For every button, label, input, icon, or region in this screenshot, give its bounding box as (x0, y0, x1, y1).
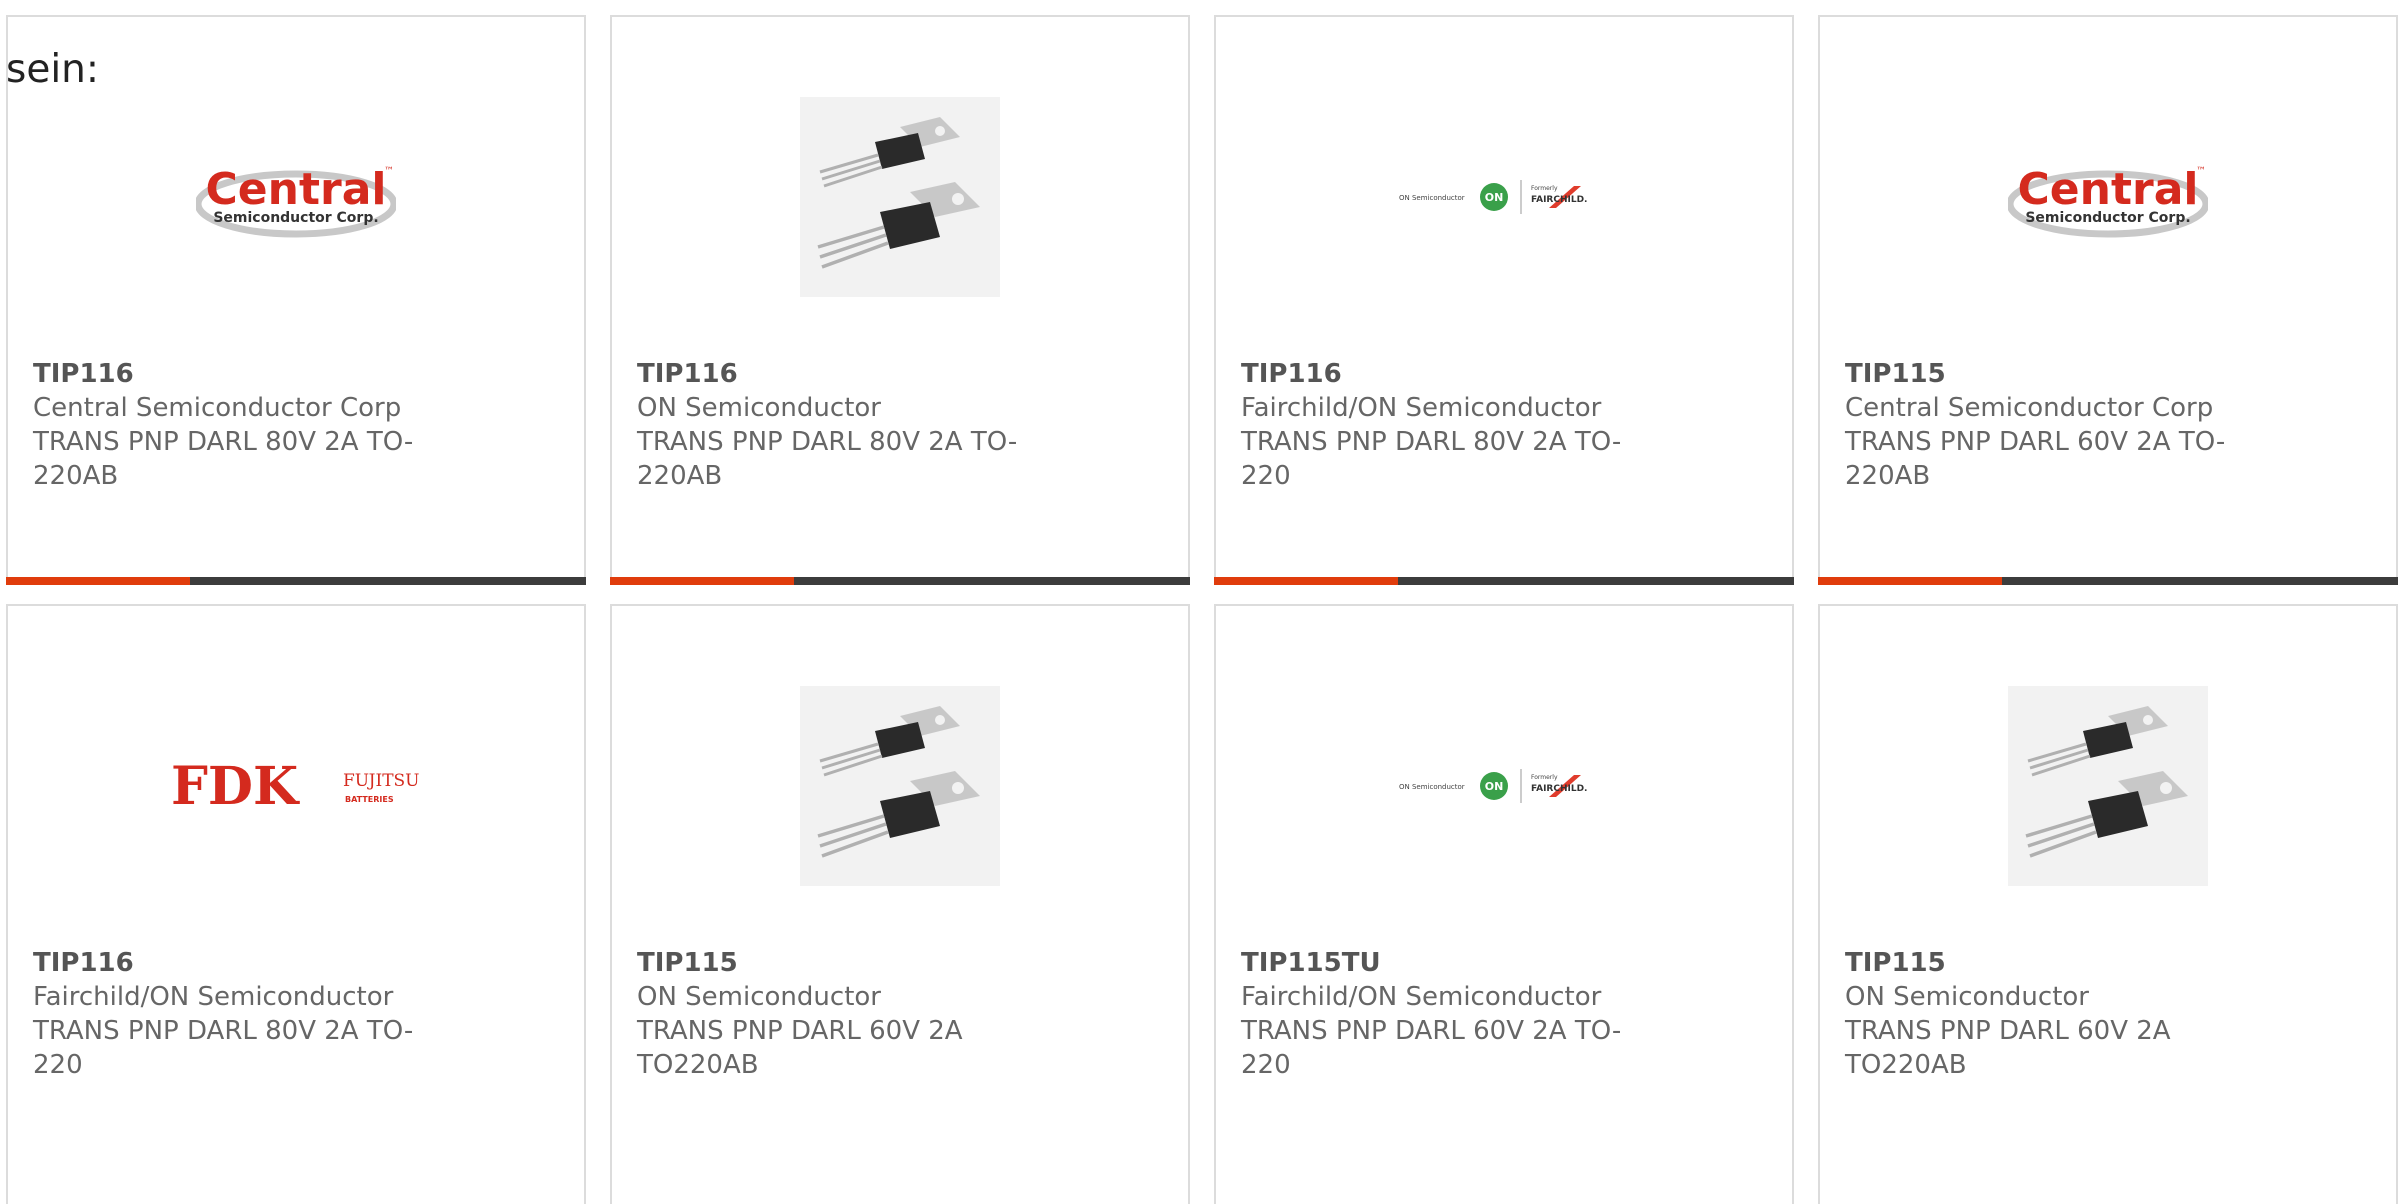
product-info: TIP116 ON Semiconductor TRANS PNP DARL 8… (637, 357, 1057, 493)
part-number[interactable]: TIP115 (1845, 357, 2265, 391)
fairchild-name: FAIRCHILD. (1531, 784, 1587, 794)
card-bar-accent (1214, 577, 1398, 585)
central-logo-sub: Semiconductor Corp. (2025, 210, 2190, 226)
fairchild-formerly: Formerly (1531, 774, 1558, 781)
manufacturer: Fairchild/ON Semiconductor (33, 982, 394, 1012)
on-logo-left: ON Semiconductor (1399, 194, 1465, 202)
product-card[interactable]: Central ™ Semiconductor Corp. TIP116 Cen… (6, 15, 586, 585)
on-badge: ON (1485, 191, 1504, 204)
part-number[interactable]: TIP116 (637, 357, 1057, 391)
to220-transistor-photo (800, 686, 1000, 886)
to220-transistor-photo (2008, 686, 2208, 886)
product-image[interactable]: Central ™ Semiconductor Corp. (8, 67, 584, 327)
manufacturer: ON Semiconductor (1845, 982, 2089, 1012)
central-logo-sub: Semiconductor Corp. (213, 210, 378, 226)
product-image[interactable]: ON Semiconductor ON Formerly FAIRCHILD. (1216, 656, 1792, 916)
product-info: TIP115 Central Semiconductor Corp TRANS … (1845, 357, 2265, 493)
on-fairchild-logo: ON Semiconductor ON Formerly FAIRCHILD. (1399, 769, 1587, 803)
product-info: TIP115 ON Semiconductor TRANS PNP DARL 6… (1845, 946, 2265, 1082)
product-card[interactable]: TIP115 ON Semiconductor TRANS PNP DARL 6… (1818, 604, 2398, 1204)
product-info: TIP115TU Fairchild/ON Semiconductor TRAN… (1241, 946, 1661, 1082)
central-semiconductor-logo: Central ™ Semiconductor Corp. (196, 164, 396, 238)
part-number[interactable]: TIP116 (33, 946, 453, 980)
fdk-logo-sub: BATTERIES (345, 795, 394, 804)
product-card[interactable]: ON Semiconductor ON Formerly FAIRCHILD. … (1214, 15, 1794, 585)
card-bar-accent (610, 577, 794, 585)
manufacturer: Fairchild/ON Semiconductor (1241, 393, 1602, 423)
card-bottom-bar (1818, 577, 2398, 585)
description: TRANS PNP DARL 80V 2A TO-220AB (33, 427, 414, 491)
on-logo-left: ON Semiconductor (1399, 783, 1465, 791)
description: TRANS PNP DARL 80V 2A TO-220AB (637, 427, 1018, 491)
on-badge: ON (1485, 780, 1504, 793)
product-card[interactable]: TIP115 ON Semiconductor TRANS PNP DARL 6… (610, 604, 1190, 1204)
central-semiconductor-logo: Central ™ Semiconductor Corp. (2008, 164, 2208, 238)
product-image[interactable] (1820, 656, 2396, 916)
on-fairchild-logo: ON Semiconductor ON Formerly FAIRCHILD. (1399, 180, 1587, 214)
product-card[interactable]: FDK FUJITSU BATTERIES TIP116 Fairchild/O… (6, 604, 586, 1204)
description: TRANS PNP DARL 60V 2A TO220AB (637, 1016, 963, 1080)
description: TRANS PNP DARL 60V 2A TO-220AB (1845, 427, 2226, 491)
product-card[interactable]: ON Semiconductor ON Formerly FAIRCHILD. … (1214, 604, 1794, 1204)
card-bottom-bar (1214, 577, 1794, 585)
card-bar-accent (6, 577, 190, 585)
part-number[interactable]: TIP115 (1845, 946, 2265, 980)
fdk-logo-brand: FUJITSU (343, 771, 420, 791)
product-image[interactable] (612, 656, 1188, 916)
card-bar-accent (1818, 577, 2002, 585)
product-image[interactable] (612, 67, 1188, 327)
product-card[interactable]: TIP116 ON Semiconductor TRANS PNP DARL 8… (610, 15, 1190, 585)
fdk-logo-main: FDK (171, 756, 300, 817)
card-bottom-bar (610, 577, 1190, 585)
manufacturer: Central Semiconductor Corp (33, 393, 402, 423)
product-card[interactable]: Central ™ Semiconductor Corp. TIP115 Cen… (1818, 15, 2398, 585)
part-number[interactable]: TIP116 (1241, 357, 1661, 391)
product-image[interactable]: Central ™ Semiconductor Corp. (1820, 67, 2396, 327)
part-number[interactable]: TIP115 (637, 946, 1057, 980)
central-logo-main: Central (2018, 164, 2199, 215)
description: TRANS PNP DARL 80V 2A TO-220 (1241, 427, 1622, 491)
manufacturer: ON Semiconductor (637, 982, 881, 1012)
fairchild-formerly: Formerly (1531, 185, 1558, 192)
product-info: TIP115 ON Semiconductor TRANS PNP DARL 6… (637, 946, 1057, 1082)
central-logo-tm: ™ (2196, 166, 2206, 177)
manufacturer: ON Semiconductor (637, 393, 881, 423)
manufacturer: Central Semiconductor Corp (1845, 393, 2214, 423)
part-number[interactable]: TIP116 (33, 357, 453, 391)
fairchild-name: FAIRCHILD. (1531, 195, 1587, 205)
description: TRANS PNP DARL 60V 2A TO-220 (1241, 1016, 1622, 1080)
part-number[interactable]: TIP115TU (1241, 946, 1661, 980)
fdk-fujitsu-logo: FDK FUJITSU BATTERIES (171, 756, 420, 817)
central-logo-main: Central (206, 164, 387, 215)
product-image[interactable]: FDK FUJITSU BATTERIES (8, 656, 584, 916)
intro-text: sein: (6, 47, 100, 92)
product-info: TIP116 Fairchild/ON Semiconductor TRANS … (1241, 357, 1661, 493)
product-info: TIP116 Fairchild/ON Semiconductor TRANS … (33, 946, 453, 1082)
description: TRANS PNP DARL 60V 2A TO220AB (1845, 1016, 2171, 1080)
central-logo-tm: ™ (384, 166, 394, 177)
description: TRANS PNP DARL 80V 2A TO-220 (33, 1016, 414, 1080)
card-bottom-bar (6, 577, 586, 585)
product-info: TIP116 Central Semiconductor Corp TRANS … (33, 357, 453, 493)
manufacturer: Fairchild/ON Semiconductor (1241, 982, 1602, 1012)
product-image[interactable]: ON Semiconductor ON Formerly FAIRCHILD. (1216, 67, 1792, 327)
to220-transistor-photo (800, 97, 1000, 297)
